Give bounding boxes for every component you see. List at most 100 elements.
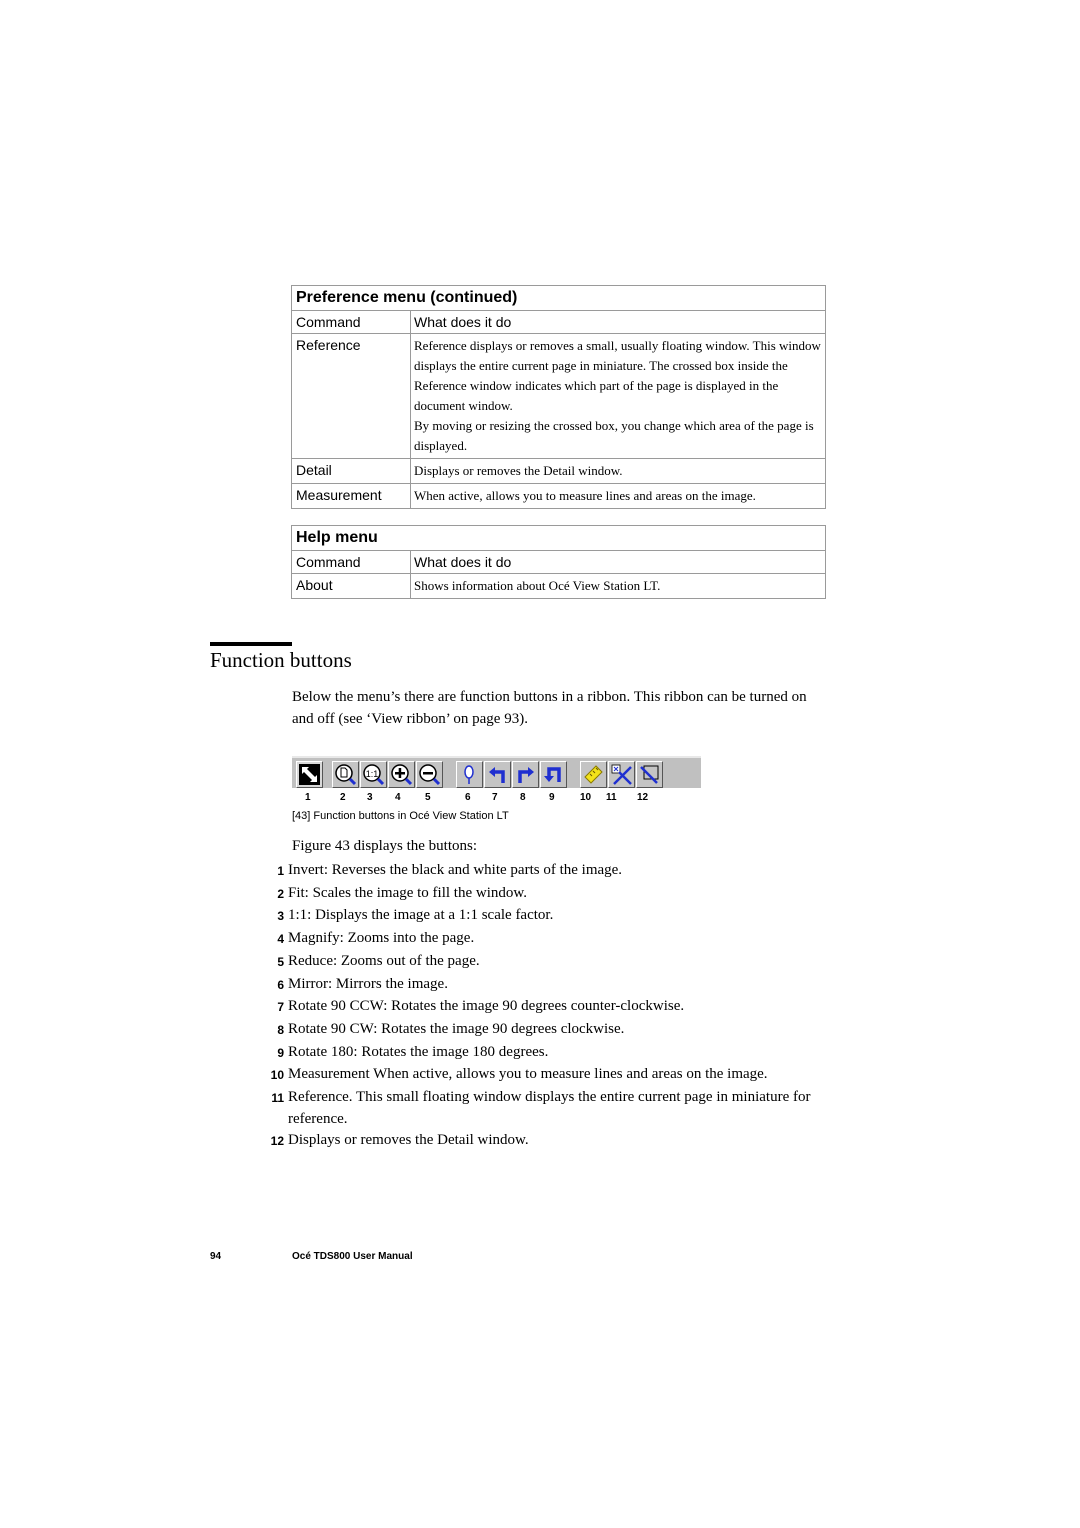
button-number: 8 [520,792,526,803]
measurement-button[interactable] [580,761,607,788]
button-description-list: 1 Invert: Reverses the black and white pa… [260,860,820,1153]
button-number: 3 [367,792,373,803]
rotate-180-button[interactable] [540,761,567,788]
rotate-ccw-button[interactable] [484,761,511,788]
button-number: 2 [340,792,346,803]
command-cell: Reference [292,334,411,458]
list-text: Reduce: Zooms out of the page. [288,952,480,969]
list-text: Invert: Reverses the black and white par… [288,862,623,878]
table-row: About Shows information about Océ View S… [292,574,825,598]
list-text: Rotate 90 CCW: Rotates the image 90 degr… [288,998,685,1015]
list-text: Reference. This small floating window di… [288,1089,811,1127]
header-description: What does it do [414,314,512,330]
magnify-icon [391,764,413,786]
list-item: 11 Reference. This small floating window … [260,1087,820,1130]
reference-icon [611,764,632,785]
table-row: Reference Reference displays or removes … [292,334,825,459]
list-item: 8 Rotate 90 CW: Rotates the image 90 degr… [260,1019,820,1042]
description-paragraph: By moving or resizing the crossed box, y… [414,418,814,453]
list-item: 9 Rotate 180: Rotates the image 180 degre… [260,1042,820,1065]
measurement-ruler-icon [584,765,603,784]
reduce-button[interactable] [416,761,443,788]
rotate-ccw-icon [489,767,505,783]
command-cell: Detail [292,459,411,483]
header-command: Command [292,311,411,333]
list-number: 10 [270,1068,284,1083]
table-row: Detail Displays or removes the Detail wi… [292,459,825,484]
list-text: 1:1: Displays the image at a 1:1 scale f… [288,907,554,924]
page-number: 94 [210,1251,222,1262]
list-item: 6 Mirror: Mirrors the image. [260,974,820,997]
header-command: Command [292,551,411,573]
list-item: 7 Rotate 90 CCW: Rotates the image 90 deg… [260,996,820,1019]
list-number: 2 [277,886,284,901]
list-item: 5 Reduce: Zooms out of the page. [260,951,820,974]
function-ribbon: 1:1 [292,756,701,788]
rotate-cw-button[interactable] [512,761,539,788]
button-number: 1 [305,792,311,803]
table-row: Measurement When active, allows you to m… [292,484,825,508]
list-number: 4 [277,932,284,947]
description-cell: Displays or removes the Detail window. [414,463,623,478]
rotate-cw-icon [518,767,534,783]
list-number: 12 [270,1134,284,1149]
rotate-180-icon [544,767,561,782]
description-paragraph: Reference displays or removes a small, u… [414,338,821,413]
mirror-button[interactable] [456,761,483,788]
list-item: 10 Measurement When active, allows you to… [260,1064,820,1087]
command-cell: About [292,574,411,598]
list-number: 5 [277,954,284,969]
list-number: 11 [271,1091,284,1106]
invert-icon [299,764,320,785]
list-item: 4 Magnify: Zooms into the page. [260,928,820,951]
list-text: Rotate 180: Rotates the image 180 degree… [288,1043,549,1060]
list-text: Mirror: Mirrors the image. [288,975,448,992]
list-lead: Figure 43 displays the buttons: [292,838,477,854]
list-item: 1 Invert: Reverses the black and white pa… [260,860,820,883]
table-title: Help menu [292,526,825,551]
one-to-one-icon: 1:1 [363,764,385,786]
reduce-icon [419,764,441,786]
footer-title: Océ TDS800 User Manual [292,1251,413,1262]
figure-caption: [43] Function buttons in Océ View Statio… [292,810,509,822]
button-number: 9 [549,792,555,803]
button-number: 10 [580,792,592,803]
table-title: Preference menu (continued) [292,286,825,311]
list-number: 9 [277,1045,284,1060]
detail-icon [640,765,659,784]
description-cell: When active, allows you to measure lines… [414,488,756,503]
section-rule [210,642,292,646]
magnify-button[interactable] [388,761,415,788]
invert-button[interactable] [296,761,323,788]
detail-button[interactable] [636,761,663,788]
reference-button[interactable] [608,761,635,788]
table-header-row: Command What does it do [292,311,825,334]
list-text: Rotate 90 CW: Rotates the image 90 degre… [288,1020,625,1037]
list-text: Measurement When active, allows you to m… [288,1066,768,1083]
mirror-icon [464,765,474,784]
section-title: Function buttons [210,648,352,672]
list-item: 3 1:1: Displays the image at a 1:1 scale … [260,905,820,928]
one-to-one-button[interactable]: 1:1 [360,761,387,788]
list-item: 12 Displays or removes the Detail window. [260,1130,820,1153]
button-number: 5 [425,792,431,803]
help-menu-table: Help menu Command What does it do About … [291,525,826,599]
description-cell: Shows information about Océ View Station… [414,578,661,593]
list-item: 2 Fit: Scales the image to fill the windo… [260,883,820,906]
button-number: 4 [395,792,401,803]
preference-menu-table: Preference menu (continued) Command What… [291,285,826,509]
button-number: 6 [465,792,471,803]
section-intro: Below the menu’s there are function butt… [292,689,807,727]
list-number: 3 [277,909,284,924]
fit-button[interactable] [332,761,359,788]
button-number: 12 [637,792,649,803]
description-cell: Reference displays or removes a small, u… [411,334,825,458]
list-text: Magnify: Zooms into the page. [288,930,475,947]
command-cell: Measurement [292,484,411,508]
svg-text:1:1: 1:1 [366,769,379,779]
table-header-row: Command What does it do [292,551,825,574]
header-description: What does it do [414,554,512,570]
list-text: Displays or removes the Detail window. [288,1132,529,1149]
list-number: 6 [277,977,284,992]
fit-icon [335,764,357,786]
